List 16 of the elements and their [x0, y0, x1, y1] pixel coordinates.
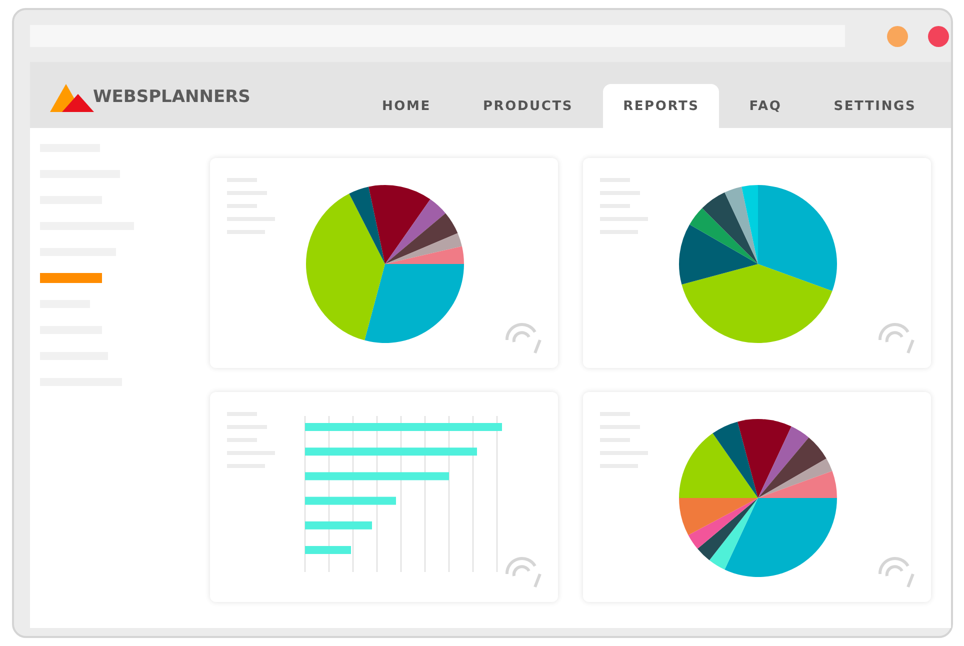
arc-icon: [877, 554, 917, 590]
window-dot[interactable]: [928, 26, 949, 46]
nav-tab[interactable]: HOME: [356, 84, 457, 128]
arc-icon: [504, 554, 544, 590]
window-dot[interactable]: [887, 26, 908, 46]
nav-tab[interactable]: PRODUCTS: [456, 84, 600, 128]
bar: [305, 546, 351, 554]
arc-icon: [877, 320, 917, 356]
nav-tab[interactable]: REPORTS: [603, 84, 720, 128]
nav-tab[interactable]: SETTINGS: [808, 84, 942, 128]
logo-text: WEBSPLANNERS: [93, 87, 250, 107]
nav-tab[interactable]: FAQ: [723, 84, 808, 128]
bar: [305, 521, 372, 530]
arc-icon: [504, 320, 544, 356]
sidebar-item[interactable]: [40, 273, 102, 283]
logo-icon: [50, 82, 94, 112]
